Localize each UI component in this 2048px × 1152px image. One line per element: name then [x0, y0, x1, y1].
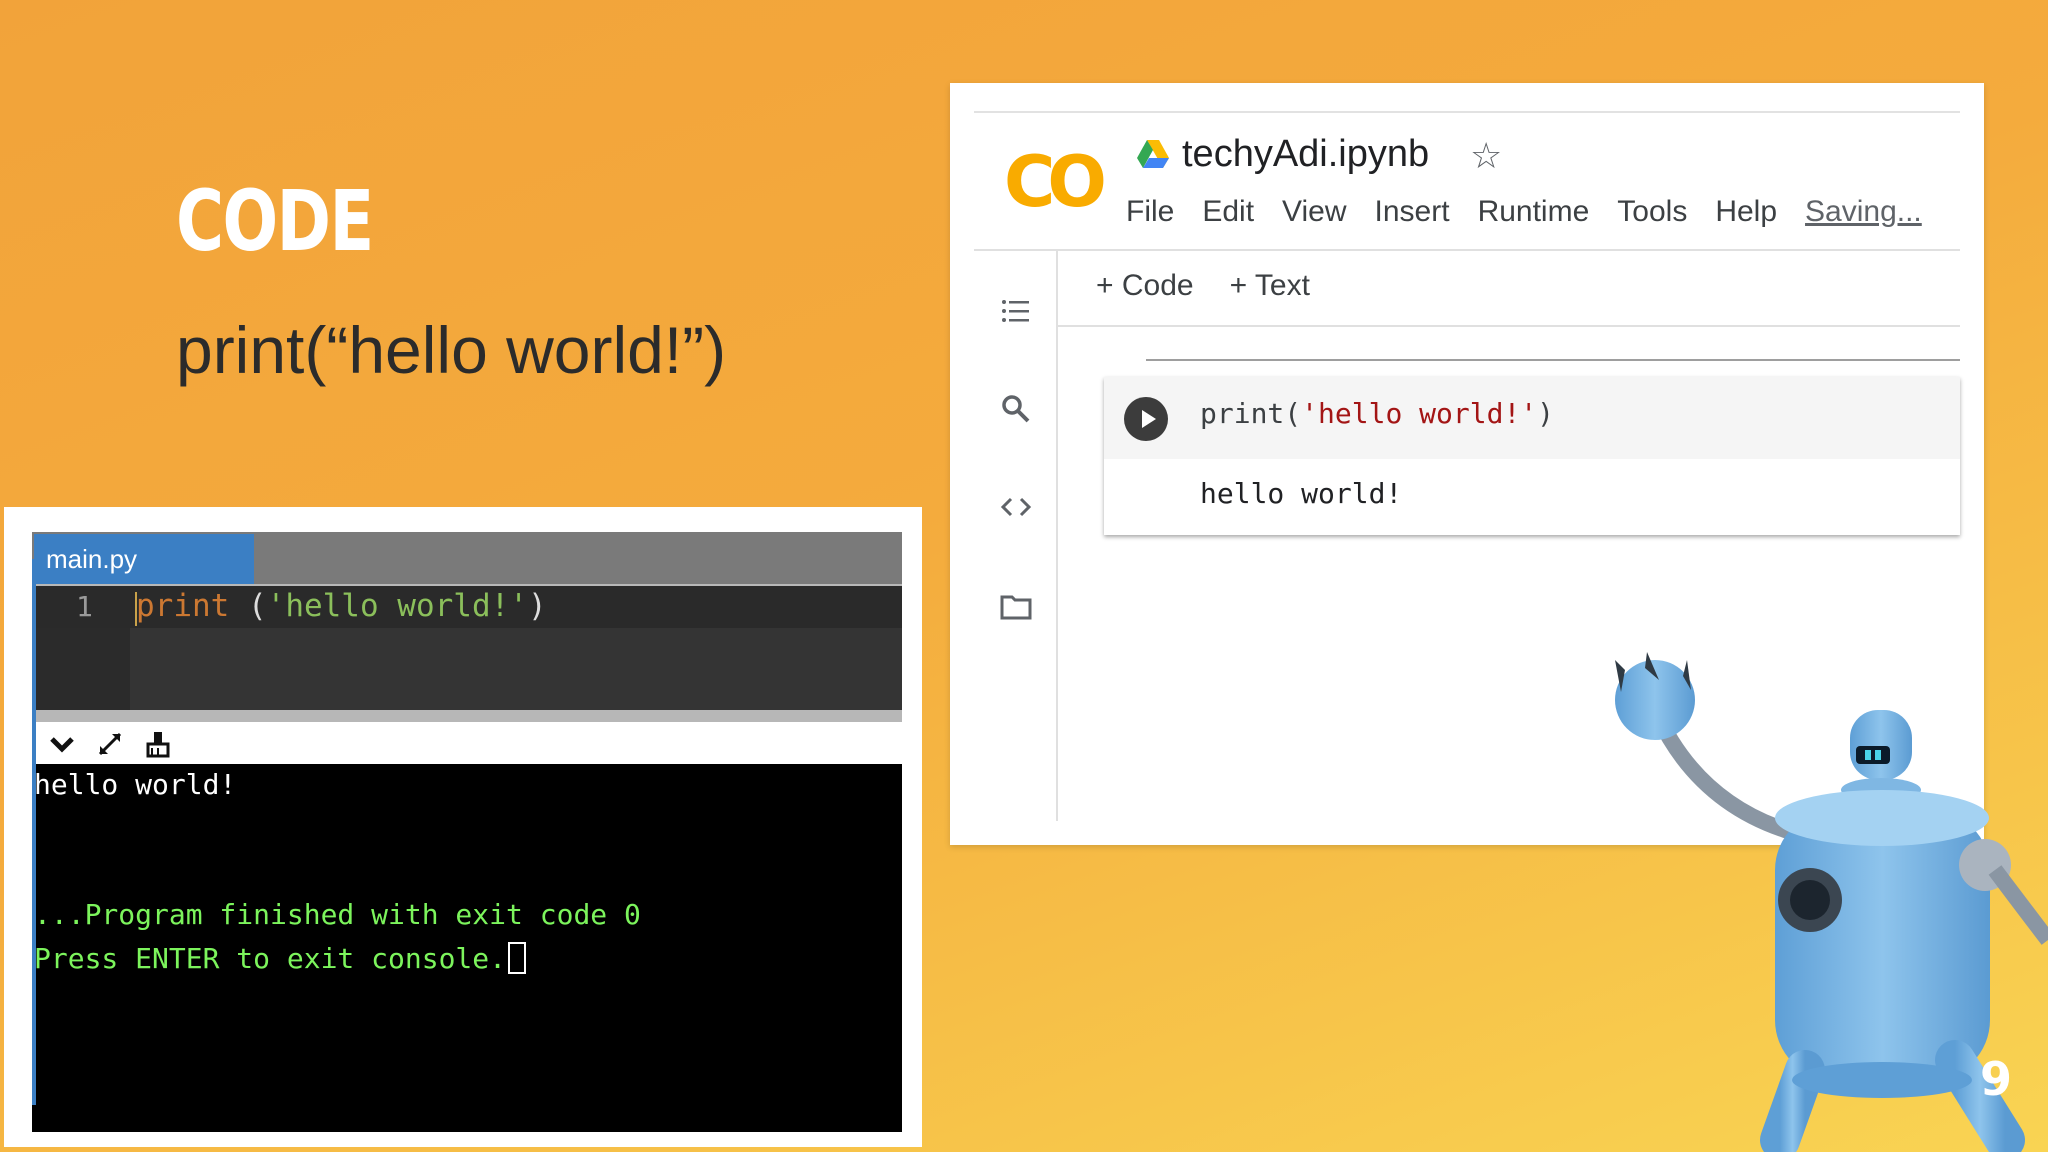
toolbar-divider: [1058, 325, 1960, 327]
console-cursor: [508, 942, 527, 974]
code-keyword: print: [136, 588, 230, 624]
editor-line[interactable]: 1 print ('hello world!'): [32, 586, 902, 628]
add-code-button[interactable]: + Code: [1096, 269, 1194, 303]
play-icon: [1142, 410, 1156, 428]
ide-left-border: [32, 559, 36, 1105]
expand-icon[interactable]: [94, 728, 126, 760]
cell-code-prefix: print(: [1200, 397, 1302, 430]
code-cell[interactable]: print('hello world!') hello world!: [1104, 377, 1960, 535]
tab-main-py[interactable]: main.py: [34, 534, 254, 584]
line-number: 1: [76, 590, 93, 623]
code-paren-open: (: [229, 588, 267, 624]
colab-logo[interactable]: CO: [1004, 141, 1107, 223]
cell-code-string: 'hello world!': [1301, 397, 1538, 430]
panel-splitter[interactable]: [32, 710, 902, 722]
cell-output: hello world!: [1200, 477, 1403, 510]
code-snippets-icon[interactable]: [998, 489, 1034, 525]
console-output[interactable]: hello world! ...Program finished with ex…: [32, 764, 902, 1132]
code-editor[interactable]: 1 print ('hello world!'): [32, 586, 902, 710]
sidebar-divider: [1056, 251, 1058, 821]
menu-file[interactable]: File: [1126, 195, 1174, 229]
console-toolbar: [32, 722, 902, 764]
console-prompt: Press ENTER to exit console.: [34, 942, 507, 975]
menu-insert[interactable]: Insert: [1375, 195, 1450, 229]
star-icon[interactable]: ☆: [1470, 135, 1502, 177]
folder-icon[interactable]: [998, 589, 1034, 625]
cell-code-suffix: ): [1537, 397, 1555, 430]
menu-tools[interactable]: Tools: [1617, 195, 1687, 229]
slide-heading: CODE: [176, 172, 374, 270]
ide-window: main.py 1 print ('hello world!') hello w…: [32, 532, 902, 1132]
menu-bar: File Edit View Insert Runtime Tools Help…: [1126, 195, 1922, 229]
clear-console-icon[interactable]: [142, 728, 174, 760]
chevron-down-icon[interactable]: [46, 728, 78, 760]
add-cell-bar: + Code + Text: [1096, 269, 1310, 303]
cell-separator: [1146, 359, 1960, 361]
robot-illustration: [1615, 652, 2048, 1152]
menu-view[interactable]: View: [1282, 195, 1346, 229]
header-divider: [974, 249, 1960, 251]
menu-edit[interactable]: Edit: [1202, 195, 1254, 229]
cell-code-text[interactable]: print('hello world!'): [1200, 397, 1554, 430]
console-prompt-line: Press ENTER to exit console.: [34, 942, 527, 975]
slide-code-example: print(“hello world!”): [176, 313, 727, 387]
toc-icon[interactable]: [998, 293, 1034, 329]
search-icon[interactable]: [998, 391, 1034, 427]
notebook-title[interactable]: techyAdi.ipynb: [1182, 133, 1429, 176]
code-paren-close: ): [527, 588, 547, 624]
colab-logo-text: CO: [1004, 141, 1107, 223]
top-divider: [974, 111, 1960, 113]
console-exit-message: ...Program finished with exit code 0: [34, 898, 641, 931]
online-ide-panel: main.py 1 print ('hello world!') hello w…: [4, 507, 922, 1147]
save-status[interactable]: Saving...: [1805, 195, 1922, 229]
google-drive-icon: [1137, 140, 1169, 168]
cell-input[interactable]: print('hello world!'): [1104, 377, 1960, 459]
editor-code-text: print ('hello world!'): [136, 588, 547, 624]
menu-runtime[interactable]: Runtime: [1478, 195, 1590, 229]
ide-tab-bar: main.py: [32, 532, 902, 586]
page-number: 9: [1980, 1052, 2013, 1106]
console-stdout: hello world!: [34, 768, 237, 801]
menu-help[interactable]: Help: [1715, 195, 1777, 229]
add-text-button[interactable]: + Text: [1230, 269, 1310, 303]
code-string: 'hello world!': [266, 588, 528, 624]
